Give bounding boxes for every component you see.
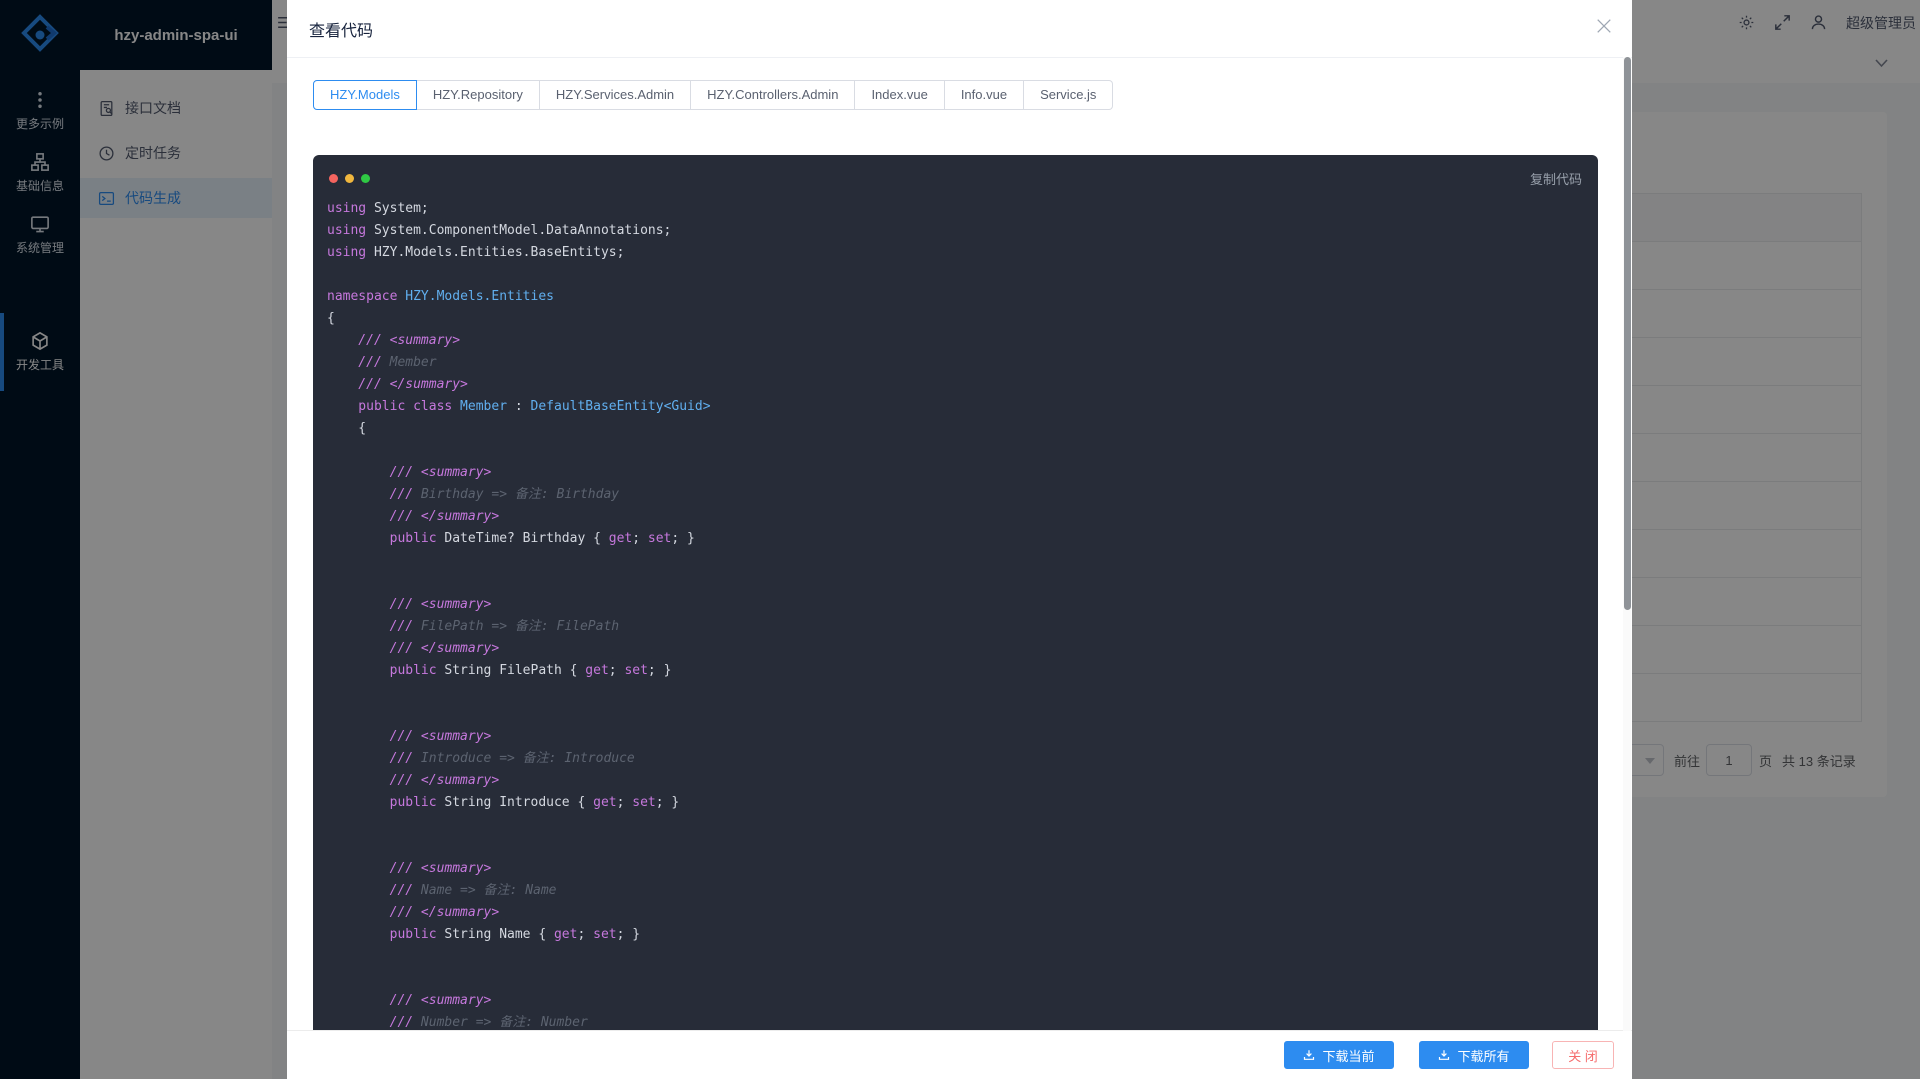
download-all-button[interactable]: 下载所有: [1419, 1041, 1529, 1069]
download-icon: [1303, 1049, 1315, 1061]
dialog-body: HZY.ModelsHZY.RepositoryHZY.Services.Adm…: [287, 58, 1632, 1030]
app-root: 更多示例基础信息系统管理开发工具 hzy-admin-spa-ui 接口文档定时…: [0, 0, 1920, 1079]
close-dialog-button[interactable]: 关 闭: [1552, 1041, 1614, 1069]
window-dot-red-icon: [329, 174, 338, 183]
tab-HZY.Controllers.Admin[interactable]: HZY.Controllers.Admin: [691, 80, 855, 110]
copy-code-button[interactable]: 复制代码: [1530, 169, 1582, 188]
dialog-footer: 下载当前 下载所有 关 闭: [287, 1030, 1632, 1079]
download-icon: [1438, 1049, 1450, 1061]
window-dot-yellow-icon: [345, 174, 354, 183]
code-window: 复制代码 using System;using System.Component…: [313, 155, 1598, 1030]
view-code-dialog: 查看代码 HZY.ModelsHZY.RepositoryHZY.Service…: [287, 0, 1632, 1079]
tab-group: HZY.ModelsHZY.RepositoryHZY.Services.Adm…: [313, 80, 1113, 110]
dialog-header: 查看代码: [287, 0, 1632, 58]
tab-Info.vue[interactable]: Info.vue: [945, 80, 1024, 110]
dialog-title: 查看代码: [309, 17, 373, 41]
tab-Service.js[interactable]: Service.js: [1024, 80, 1113, 110]
tab-HZY.Repository[interactable]: HZY.Repository: [417, 80, 540, 110]
code-content: using System;using System.ComponentModel…: [313, 198, 1598, 1030]
download-current-button[interactable]: 下载当前: [1284, 1041, 1394, 1069]
tab-HZY.Services.Admin[interactable]: HZY.Services.Admin: [540, 80, 691, 110]
close-icon[interactable]: [1596, 18, 1612, 34]
tab-Index.vue[interactable]: Index.vue: [855, 80, 944, 110]
dialog-scrollbar-thumb[interactable]: [1624, 57, 1631, 610]
window-dot-green-icon: [361, 174, 370, 183]
dialog-scrollbar-track: [1623, 57, 1631, 1031]
tab-HZY.Models[interactable]: HZY.Models: [313, 80, 417, 110]
code-window-chrome: 复制代码: [313, 167, 1598, 189]
